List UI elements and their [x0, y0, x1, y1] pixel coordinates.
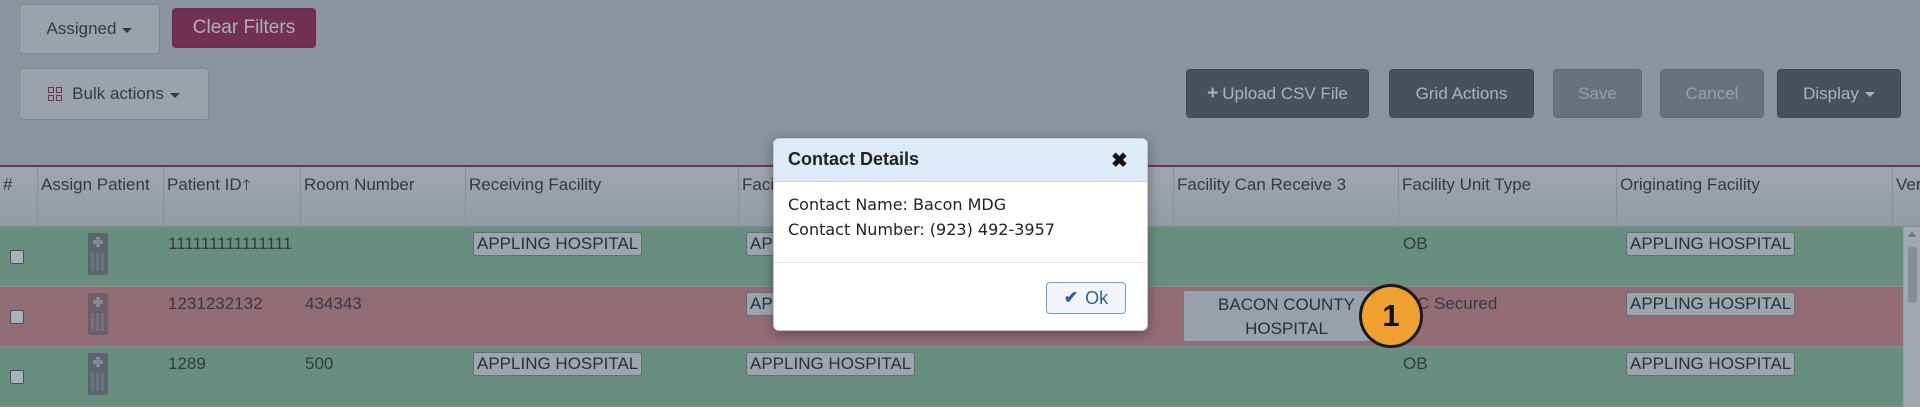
ok-label: Ok — [1085, 287, 1109, 308]
step-marker: 1 — [1359, 284, 1423, 348]
ok-button[interactable]: ✔ Ok — [1046, 282, 1126, 314]
modal-title: Contact Details — [788, 149, 920, 169]
modal-footer: ✔ Ok — [774, 262, 1147, 330]
modal-body: Contact Name: Bacon MDG Contact Number: … — [788, 192, 1055, 242]
contact-name-text: Contact Name: Bacon MDG — [788, 195, 1007, 214]
contact-number-text: Contact Number: (923) 492-3957 — [788, 220, 1055, 239]
contact-details-modal: Contact Details ✖ Contact Name: Bacon MD… — [773, 138, 1148, 331]
checkmark-icon: ✔ — [1063, 288, 1079, 307]
modal-header: Contact Details ✖ — [774, 139, 1147, 182]
close-icon[interactable]: ✖ — [1111, 148, 1128, 173]
